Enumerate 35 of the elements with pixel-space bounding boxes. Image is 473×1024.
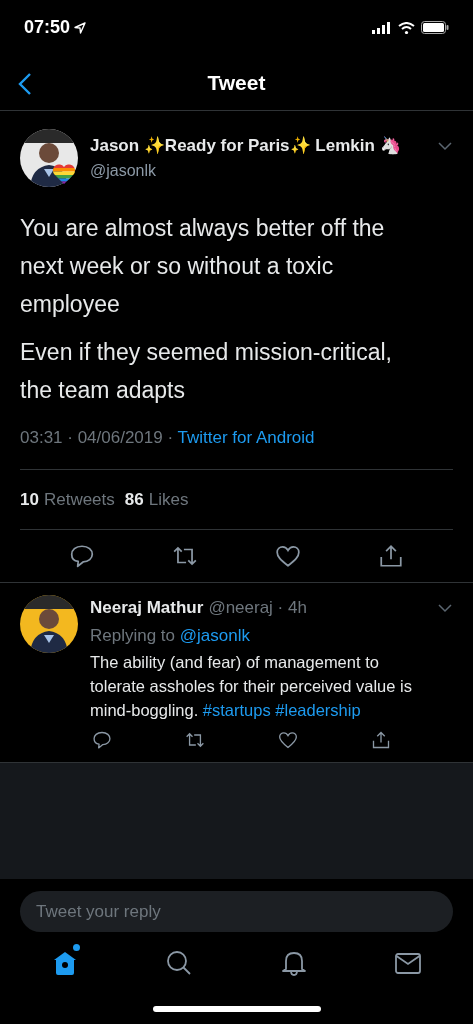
- reply-icon[interactable]: [92, 730, 112, 750]
- reply-author-handle: @neeraj · 4h: [208, 597, 307, 619]
- signal-icon: [372, 21, 392, 34]
- like-icon[interactable]: [278, 730, 298, 750]
- header-title: Tweet: [207, 69, 266, 96]
- tweet-timestamp: 03:31 · 04/06/2019 ·: [20, 428, 175, 447]
- stat-label: Retweets: [43, 488, 115, 511]
- tweet-text: You are almost always better off the next week or so without a toxic employee: [20, 214, 386, 319]
- stat-label: Likes: [148, 488, 189, 511]
- replying-to-label: Replying to: [90, 625, 177, 645]
- share-icon[interactable]: [378, 543, 405, 569]
- retweet-icon[interactable]: [185, 730, 205, 750]
- reply-text: The ability (and fear) of management to tolerate assholes for their perceived value is mind-boggling. #startups #leadership: [90, 652, 413, 721]
- hashtag-link[interactable]: #startups: [202, 701, 271, 719]
- bell-icon[interactable]: [279, 949, 308, 977]
- tweet-text: Even if they seemed mission-critical, the team adapts: [20, 338, 393, 405]
- reply-icon[interactable]: [68, 543, 95, 569]
- source-link[interactable]: Twitter for Android: [177, 428, 315, 447]
- status-time: 07:50: [24, 16, 71, 39]
- chevron-down-icon[interactable]: [437, 141, 453, 151]
- reply-input-field[interactable]: Tweet your reply: [20, 891, 453, 932]
- share-icon[interactable]: [371, 730, 391, 750]
- rainbow-heart-icon: [52, 163, 76, 185]
- location-arrow-icon: [74, 21, 87, 34]
- author-name: Jason ✨Ready for Paris✨ Lemkin 🦄: [90, 135, 402, 157]
- battery-icon: [421, 21, 449, 34]
- mention-link[interactable]: @jasonlk: [179, 625, 250, 645]
- wifi-icon: [398, 21, 415, 34]
- stat-count: 10: [20, 488, 39, 511]
- reply-author-name: Neeraj Mathur: [90, 597, 204, 619]
- chevron-down-icon[interactable]: [437, 602, 453, 613]
- hashtag-link[interactable]: #leadership: [275, 701, 361, 719]
- author-handle: @jasonlk: [90, 160, 158, 181]
- stat-count: 86: [124, 488, 144, 511]
- like-icon[interactable]: [275, 543, 302, 569]
